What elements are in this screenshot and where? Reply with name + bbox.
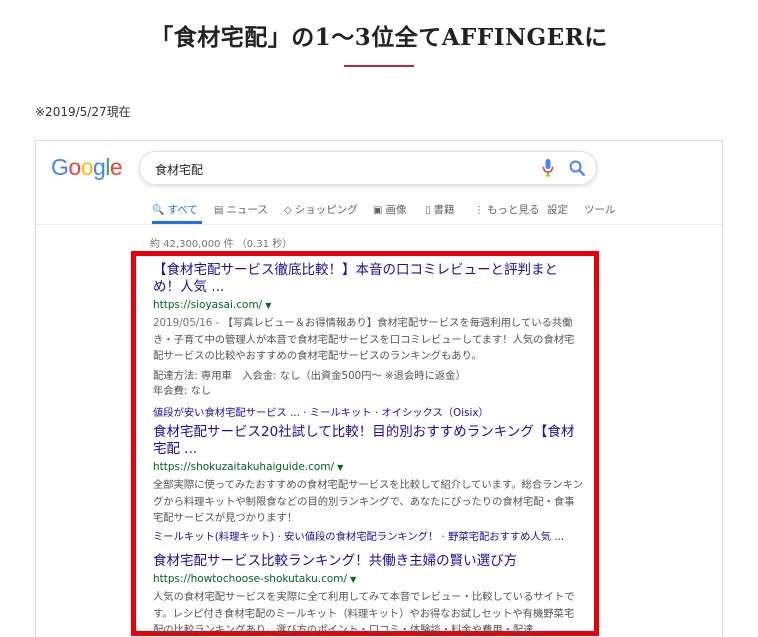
logo-letter: o [68,154,81,180]
news-icon: ▤ [214,205,224,216]
result-url[interactable]: https://howtochoose-shokutaku.com/▼ [153,573,583,585]
heading-underline [344,65,414,67]
tab-more[interactable]: ⋮ もっと見る [474,202,540,217]
tab-all[interactable]: 🔍 すべて [152,202,198,217]
date-note: ※2019/5/27現在 [35,105,131,119]
logo-letter: o [80,154,94,180]
logo-letter: G [51,154,69,180]
tab-news[interactable]: ▤ ニュース [214,202,268,217]
logo-letter: g [92,154,106,180]
tab-images[interactable]: ▣ 画像 [373,202,406,217]
google-logo[interactable]: Google [51,154,123,181]
tabs-divider [36,224,722,225]
result-sitelinks[interactable]: 値段が安い食材宅配サービス ... · ミールキット · オイシックス（Oisi… [153,405,583,421]
result-sitelinks[interactable]: ミールキット(料理キット) · 安い値段の食材宅配ランキング！ · 野菜宅配おす… [153,529,583,545]
google-screenshot: Google 食材宅配 🔍 すべて ▤ ニュース ◇ ショッピング ▣ 画像 ▯ 書籍 ⋮… [35,140,723,637]
microphone-icon[interactable] [542,158,554,178]
logo-letter: e [109,154,123,180]
result-meta: 配達方法: 専用車 入会金: なし（出資金500円〜 ※退会時に返金） [153,369,466,382]
search-input[interactable]: 食材宅配 [139,151,597,185]
search-result: 食材宅配サービス20社試して比較！目的別おすすめランキング【食材宅配 ... h… [153,424,583,545]
result-title-link[interactable]: 食材宅配サービス20社試して比較！目的別おすすめランキング【食材宅配 ... [153,424,583,458]
result-date: 2019/05/16 - [153,317,223,329]
search-result: 【食材宅配サービス徹底比較！】本音の口コミレビューと評判まとめ！人気 ... h… [153,262,583,421]
book-icon: ▯ [425,205,431,216]
result-snippet: 人気の食材宅配サービスを実際に全て利用してみて本音でレビュー・比較しているサイト… [153,591,575,636]
search-icon[interactable] [568,159,586,177]
tag-icon: ◇ [284,205,292,216]
search-result: 食材宅配サービス比較ランキング！共働き主婦の賢い選び方 https://howt… [153,553,583,637]
tab-books[interactable]: ▯ 書籍 [425,202,455,217]
caret-down-icon[interactable]: ▼ [337,463,343,472]
result-meta: 年会費: なし [153,385,212,397]
result-title-link[interactable]: 【食材宅配サービス徹底比較！】本音の口コミレビューと評判まとめ！人気 ... [153,262,583,296]
article-heading: 「食材宅配」の1〜3位全てAFFINGERに [150,24,608,51]
tab-tools[interactable]: ツール [584,202,616,217]
result-snippet: 2019/05/16 - 【写真レビュー＆お得情報あり】食材宅配サービスを毎週利… [153,317,575,362]
search-query: 食材宅配 [155,163,204,177]
search-small-icon: 🔍 [152,205,165,216]
result-stats: 約 42,300,000 件 （0.31 秒） [150,239,293,250]
result-snippet: 全部実際に使ってみたおすすめの食材宅配サービスを比較して紹介しています。総合ラン… [153,479,583,524]
caret-down-icon[interactable]: ▼ [265,301,271,310]
result-url[interactable]: https://shokuzaitakuhaiguide.com/▼ [153,461,583,473]
result-url[interactable]: https://sioyasai.com/▼ [153,299,583,311]
image-icon: ▣ [373,205,383,216]
result-title-link[interactable]: 食材宅配サービス比較ランキング！共働き主婦の賢い選び方 [153,553,583,570]
tab-shopping[interactable]: ◇ ショッピング [284,202,358,217]
tab-settings[interactable]: 設定 [547,202,568,217]
more-vert-icon: ⋮ [474,205,484,216]
caret-down-icon[interactable]: ▼ [350,575,356,584]
